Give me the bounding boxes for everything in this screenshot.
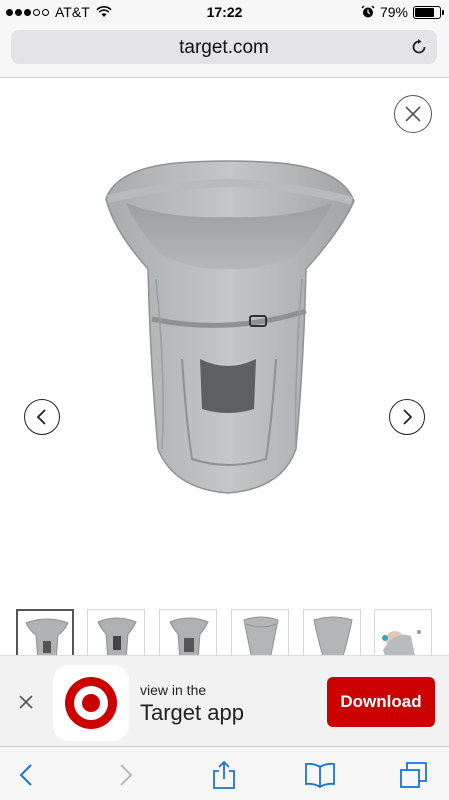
close-viewer-button[interactable] — [394, 95, 432, 133]
product-image[interactable] — [96, 159, 360, 499]
status-right: 79% — [361, 4, 444, 20]
thumbnail-strip — [0, 607, 449, 657]
reload-icon[interactable] — [410, 38, 428, 56]
banner-subtitle: view in the — [140, 682, 207, 698]
thumbnail-2[interactable] — [87, 609, 145, 657]
bookmarks-icon — [305, 762, 335, 788]
status-bar: AT&T 17:22 79% — [0, 0, 449, 24]
address-bar[interactable]: target.com — [11, 30, 437, 64]
target-logo-icon — [65, 677, 117, 729]
battery-level-fill — [415, 7, 434, 17]
browser-toolbar — [0, 746, 449, 800]
app-install-banner: view in the Target app Download — [0, 655, 449, 746]
app-icon[interactable] — [53, 665, 129, 741]
chevron-left-icon — [36, 409, 46, 425]
close-icon[interactable] — [18, 694, 34, 710]
close-icon — [405, 106, 421, 122]
previous-image-button[interactable] — [24, 399, 60, 435]
thumbnail-5[interactable] — [303, 609, 361, 657]
browser-address-area: target.com — [0, 24, 449, 78]
next-image-button[interactable] — [389, 399, 425, 435]
share-icon — [213, 760, 235, 789]
battery-icon — [413, 5, 444, 19]
product-image-viewer — [0, 79, 449, 599]
thumbnail-3[interactable] — [159, 609, 217, 657]
download-button[interactable]: Download — [327, 677, 435, 727]
chevron-right-icon — [403, 409, 413, 425]
back-button[interactable] — [10, 759, 42, 791]
forward-icon — [120, 764, 133, 786]
tabs-button[interactable] — [398, 759, 430, 791]
alarm-icon — [361, 5, 375, 18]
thumbnail-6[interactable] — [374, 609, 432, 657]
forward-button[interactable] — [110, 759, 142, 791]
thumbnail-4[interactable] — [231, 609, 289, 657]
url-text[interactable]: target.com — [11, 37, 437, 59]
back-icon — [19, 764, 32, 786]
thumbnail-1[interactable] — [16, 609, 74, 657]
battery-percent: 79% — [379, 4, 408, 20]
bookmarks-button[interactable] — [304, 759, 336, 791]
share-button[interactable] — [208, 759, 240, 791]
banner-title: Target app — [140, 700, 244, 725]
tabs-icon — [400, 762, 427, 788]
